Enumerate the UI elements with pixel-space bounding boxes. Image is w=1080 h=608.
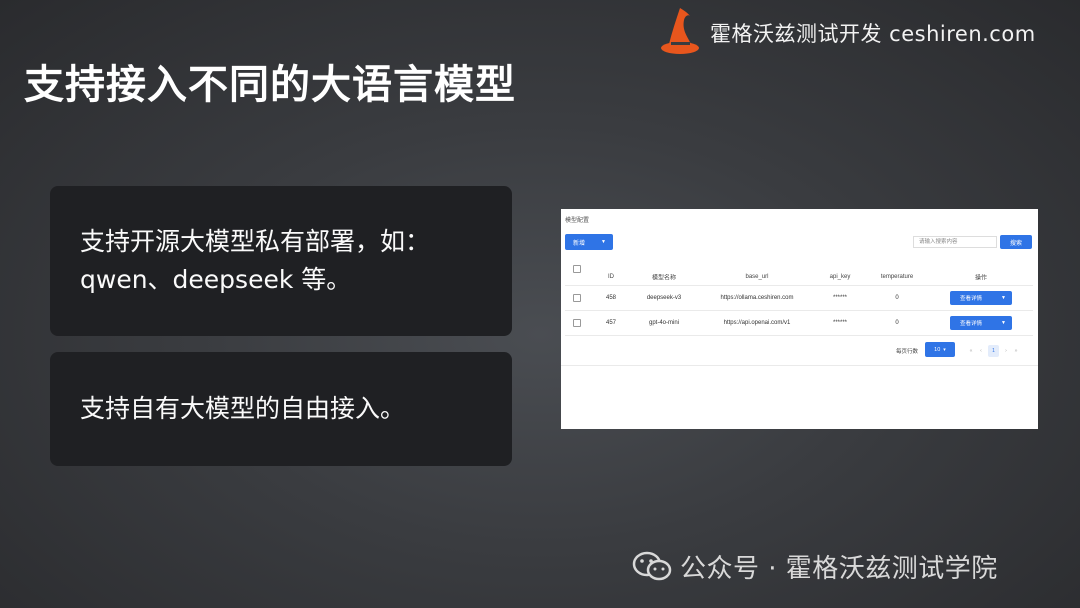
table-row: 458 deepseek-v3 https://ollama.ceshiren.… [565,286,1033,311]
cell-base-url: https://ollama.ceshiren.com [720,295,794,301]
wizard-hat-icon [661,8,699,54]
feature-card-custom-model: 支持自有大模型的自由接入。 [50,352,512,466]
page-title: 模型配置 [565,218,590,224]
watermark-text: 公众号 · 霍格沃兹测试学院 [680,554,998,584]
cell-api-key: ****** [832,295,848,301]
rows-per-page-label: 每页行数 [896,349,919,355]
last-page-icon[interactable]: » [1011,348,1021,354]
chevron-down-icon: ▼ [1001,320,1006,326]
card-line: 支持开源大模型私有部署，如： [80,227,431,256]
prev-page-icon[interactable]: ‹ [976,348,986,354]
model-config-panel: 模型配置 新增 ▼ 请输入搜索内容 搜索 ID 模型名称 base_url ap… [561,209,1038,429]
cell-api-key: ****** [832,320,848,326]
wechat-watermark: 公众号 · 霍格沃兹测试学院 [632,548,998,585]
cell-id: 457 [605,320,617,326]
table-header: ID 模型名称 base_url api_key temperature 操作 [565,263,1033,286]
cell-temperature: 0 [895,295,899,301]
view-details-button[interactable]: 查看详情 ▼ [950,316,1012,330]
select-all-checkbox[interactable] [573,265,581,273]
col-model-name: 模型名称 [651,275,677,282]
chevron-down-icon: ▾ [943,346,946,353]
table-row: 457 gpt-4o-mini https://api.openai.com/v… [565,311,1033,336]
card-text: 支持开源大模型私有部署，如： qwen、deepseek 等。 [80,223,430,299]
cell-temperature: 0 [895,320,899,326]
row-checkbox[interactable] [573,319,581,327]
feature-card-open-source: 支持开源大模型私有部署，如： qwen、deepseek 等。 [50,186,512,336]
view-details-label: 查看详情 [960,296,983,302]
col-temperature: temperature [880,274,914,281]
cell-model-name: gpt-4o-mini [648,320,680,326]
page-size-select[interactable]: 10 ▾ [925,342,955,357]
col-api-key: api_key [829,274,851,281]
first-page-icon[interactable]: « [966,348,976,354]
col-base-url: base_url [745,274,769,281]
col-id: ID [608,274,614,281]
card-text: 支持自有大模型的自由接入。 [80,390,405,428]
chevron-down-icon: ▼ [1001,295,1006,301]
cell-id: 458 [605,295,617,301]
slide-title: 支持接入不同的大语言模型 [24,62,516,108]
card-line: qwen、deepseek 等。 [80,265,352,294]
col-actions: 操作 [974,275,988,282]
wechat-icon [632,551,672,580]
pager: « ‹ 1 › » [966,345,1021,357]
view-details-label: 查看详情 [960,321,983,327]
brand-text: 霍格沃兹测试开发 ceshiren.com [710,22,1036,46]
card-line: 支持自有大模型的自由接入。 [80,394,406,423]
cell-base-url: https://api.openai.com/v1 [723,320,791,326]
brand-header: 霍格沃兹测试开发 ceshiren.com [660,6,1036,60]
chevron-down-icon: ▼ [601,239,606,245]
cell-model-name: deepseek-v3 [646,295,682,301]
add-model-button[interactable]: 新增 ▼ [565,234,613,250]
view-details-button[interactable]: 查看详情 ▼ [950,291,1012,305]
search-input[interactable]: 请输入搜索内容 [913,236,997,248]
search-button[interactable]: 搜索 [1000,235,1032,249]
page-size-value: 10 [934,346,941,353]
pagination-bar: 每页行数 10 ▾ « ‹ 1 › » [561,339,1038,366]
current-page[interactable]: 1 [988,345,999,357]
next-page-icon[interactable]: › [1001,348,1011,354]
model-table: ID 模型名称 base_url api_key temperature 操作 … [565,263,1033,336]
row-checkbox[interactable] [573,294,581,302]
add-model-label: 新增 [573,240,586,247]
